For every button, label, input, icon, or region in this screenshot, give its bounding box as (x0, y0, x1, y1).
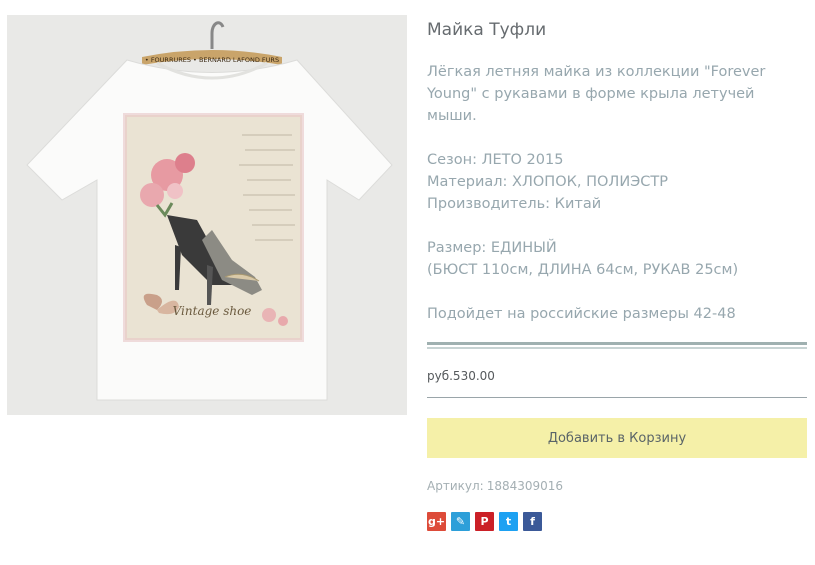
product-title: Майка Туфли (427, 20, 547, 40)
twitter-share-icon[interactable]: t (499, 512, 518, 531)
product-info: Майка Туфли Лёгкая летняя майка из колле… (427, 15, 807, 531)
sku-label: Артикул: (427, 479, 484, 493)
description-line: мыши. (427, 108, 477, 124)
product-description: Лёгкая летняя майка из коллекции "Foreve… (427, 61, 807, 325)
manufacturer-text: Производитель: Китай (427, 196, 602, 212)
sku-row: Артикул: 1884309016 (427, 479, 807, 493)
product-image[interactable]: • FOURRURES • BERNARD LAFOND FURS Vintag… (7, 15, 407, 415)
season-text: Сезон: ЛЕТО 2015 (427, 152, 564, 168)
divider (427, 397, 807, 398)
description-line: Young" с рукавами в форме крыла летучей (427, 86, 755, 102)
sku-value: 1884309016 (486, 479, 564, 493)
pinterest-share-icon[interactable]: P (475, 512, 494, 531)
share-buttons: g+ ✎ P t f (427, 512, 807, 531)
fit-note-text: Подойдет на российские размеры 42-48 (427, 306, 736, 322)
product-price: руб.530.00 (427, 369, 495, 383)
livejournal-share-icon[interactable]: ✎ (451, 512, 470, 531)
divider (427, 342, 807, 349)
print-text: Vintage shoe (173, 304, 252, 318)
measurements-text: (БЮСТ 110см, ДЛИНА 64см, РУКАВ 25см) (427, 262, 739, 278)
facebook-share-icon[interactable]: f (523, 512, 542, 531)
hanger-label: • FOURRURES • BERNARD LAFOND FURS (145, 56, 279, 64)
google-plus-share-icon[interactable]: g+ (427, 512, 446, 531)
material-text: Материал: ХЛОПОК, ПОЛИЭСТР (427, 174, 669, 190)
add-to-cart-button[interactable]: Добавить в Корзину (427, 418, 807, 458)
description-line: Лёгкая летняя майка из коллекции "Foreve… (427, 64, 766, 80)
size-text: Размер: ЕДИНЫЙ (427, 240, 557, 256)
tshirt-illustration: • FOURRURES • BERNARD LAFOND FURS Vintag… (26, 21, 393, 401)
